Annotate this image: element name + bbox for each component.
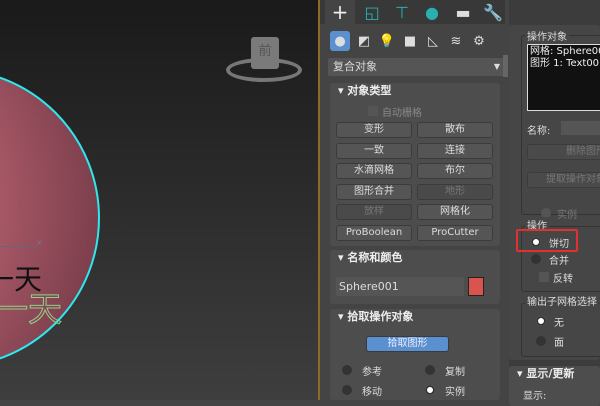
viewcube-face[interactable]: 前: [251, 37, 279, 69]
viewport[interactable]: x 一天 一天 前: [0, 0, 318, 400]
object-type-button[interactable]: 图形合并: [336, 183, 412, 200]
shapes-icon[interactable]: ◩: [354, 31, 374, 51]
rollout-header[interactable]: ▾ 对象类型: [330, 83, 500, 99]
radio-face[interactable]: [536, 336, 546, 346]
radio-copy[interactable]: [425, 365, 435, 375]
autogrid-checkbox[interactable]: [368, 106, 378, 116]
operands-list[interactable]: 网格: Sphere001 图形 1: Text001: [527, 44, 600, 111]
radio-none[interactable]: [536, 316, 546, 326]
scrollbar[interactable]: [503, 55, 508, 77]
output-title: 输出子网格选择: [525, 293, 599, 308]
axis-label: x: [37, 238, 42, 247]
autogrid-label: 自动栅格: [382, 108, 422, 119]
geometry-icon[interactable]: ●: [330, 31, 350, 51]
command-panel: + ◱ ⊤ ● ▬ 🔧 ● ◩ 💡 ■ ◺ ≋ ⚙ 复合对象 ▼ ▾ 对象类型 自…: [320, 0, 600, 406]
radio-cookie-cutter[interactable]: [531, 237, 541, 247]
tab-modify[interactable]: ◱: [357, 0, 387, 24]
tab-hierarchy[interactable]: ⊤: [387, 0, 417, 24]
object-type-button[interactable]: 网格化: [417, 204, 493, 221]
cameras-icon[interactable]: ■: [400, 31, 420, 51]
space-warps-icon[interactable]: ≋: [446, 31, 466, 51]
object-type-button[interactable]: ProCutter: [417, 225, 493, 241]
display-update-rollout: ▾ 显示/更新 显示:: [509, 366, 600, 406]
radio-reference[interactable]: [342, 365, 352, 375]
lights-icon[interactable]: 💡: [377, 31, 397, 51]
radio-move[interactable]: [342, 385, 352, 395]
rollout-header[interactable]: ▾ 拾取操作对象: [330, 309, 500, 325]
object-type-button[interactable]: 散布: [417, 122, 493, 138]
systems-icon[interactable]: ⚙: [469, 31, 489, 51]
pick-shape-button[interactable]: 拾取图形: [366, 336, 449, 352]
list-item[interactable]: 图形 1: Text001: [530, 58, 600, 70]
dropdown-arrow-icon: ▼: [493, 62, 500, 71]
helpers-icon[interactable]: ◺: [423, 31, 443, 51]
rollout-header[interactable]: ▾ 显示/更新: [509, 366, 600, 382]
operand-name-input[interactable]: [561, 121, 600, 135]
invert-checkbox[interactable]: [539, 272, 549, 282]
delete-shape-button[interactable]: 删除图形: [527, 144, 600, 160]
tab-create[interactable]: +: [325, 0, 355, 24]
name-color-rollout: ▾ 名称和颜色 Sphere001: [330, 250, 500, 304]
tab-utilities[interactable]: 🔧: [478, 0, 508, 24]
text-outline[interactable]: 一天: [0, 282, 63, 331]
object-type-button[interactable]: 一致: [336, 142, 412, 159]
axis-line: [0, 246, 38, 247]
rollout-header[interactable]: ▾ 名称和颜色: [330, 250, 500, 266]
name-input[interactable]: Sphere001: [336, 277, 464, 296]
object-type-button[interactable]: 地形: [417, 183, 493, 200]
radio-merge[interactable]: [531, 254, 541, 264]
object-type-button[interactable]: 变形: [336, 122, 412, 138]
list-item[interactable]: 网格: Sphere001: [530, 46, 600, 58]
category-dropdown[interactable]: 复合对象 ▼: [328, 58, 505, 76]
object-type-button[interactable]: 布尔: [417, 163, 493, 180]
tab-display[interactable]: ▬: [448, 0, 478, 24]
name-label: 名称:: [527, 126, 551, 137]
object-type-button[interactable]: ProBoolean: [336, 225, 412, 241]
color-swatch[interactable]: [468, 277, 484, 296]
operands-title: 操作对象: [525, 28, 569, 43]
radio-instance[interactable]: [425, 385, 435, 395]
extract-operand-button[interactable]: 提取操作对象: [527, 172, 600, 188]
object-type-button[interactable]: 水滴网格: [336, 163, 412, 180]
object-type-button[interactable]: 放样: [336, 204, 412, 221]
pick-operand-rollout: ▾ 拾取操作对象 拾取图形 参考 复制 移动 实例: [330, 309, 500, 400]
object-type-button[interactable]: 连接: [417, 142, 493, 159]
tab-motion[interactable]: ●: [417, 0, 447, 24]
